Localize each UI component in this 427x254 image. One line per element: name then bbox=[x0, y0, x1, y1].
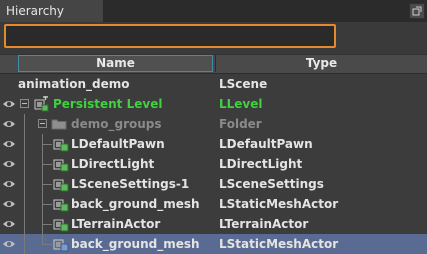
tree-row-type: LTerrainActor bbox=[219, 217, 309, 231]
actor-icon bbox=[53, 199, 69, 212]
actor-icon bbox=[53, 179, 69, 192]
visibility-eye-icon[interactable] bbox=[2, 198, 16, 210]
visibility-eye-icon[interactable] bbox=[2, 118, 16, 130]
tree-branch-line bbox=[42, 164, 52, 165]
tree-row-animation-demo[interactable]: animation_demo LScene bbox=[0, 74, 427, 94]
tree-row-type: LSceneSettings bbox=[219, 177, 324, 191]
collapse-toggle-icon[interactable] bbox=[20, 99, 29, 108]
tree-row-ldefaultpawn[interactable]: LDefaultPawn LDefaultPawn bbox=[0, 134, 427, 154]
tree-row-lterrainactor[interactable]: LTerrainActor LTerrainActor bbox=[0, 214, 427, 234]
tree-row-name: back_ground_mesh bbox=[71, 197, 200, 211]
actor-icon bbox=[53, 219, 69, 232]
tree-branch-line bbox=[42, 244, 52, 245]
tree-row-type: LDefaultPawn bbox=[219, 137, 313, 151]
column-header-name[interactable]: Name bbox=[18, 55, 213, 72]
tree-row-type: LLevel bbox=[219, 97, 263, 111]
tree-row-name: LSceneSettings-1 bbox=[71, 177, 190, 191]
visibility-eye-icon[interactable] bbox=[2, 158, 16, 170]
tree-branch-line bbox=[42, 144, 52, 145]
tree-guide-line bbox=[24, 154, 25, 174]
tree-guide-line bbox=[24, 194, 25, 214]
hierarchy-tab[interactable]: Hierarchy bbox=[0, 0, 104, 22]
tree-branch-line bbox=[42, 224, 52, 225]
tree-guide-line bbox=[24, 134, 25, 154]
level-icon bbox=[34, 96, 49, 112]
tree-row-name: demo_groups bbox=[71, 117, 162, 131]
hierarchy-tab-label: Hierarchy bbox=[6, 4, 65, 18]
panel-titlebar: Hierarchy bbox=[0, 0, 427, 22]
folder-icon bbox=[51, 119, 67, 130]
actor-icon bbox=[53, 239, 69, 252]
hierarchy-panel: Hierarchy Name Type animation_demo LScen… bbox=[0, 0, 427, 254]
tree-guide-line bbox=[24, 174, 25, 194]
actor-icon bbox=[53, 159, 69, 172]
tree-branch-line bbox=[42, 184, 52, 185]
tree-row-name: Persistent Level bbox=[53, 97, 163, 111]
column-header: Name Type bbox=[0, 54, 427, 74]
visibility-eye-icon[interactable] bbox=[2, 98, 16, 110]
visibility-eye-icon[interactable] bbox=[2, 238, 16, 250]
visibility-eye-icon[interactable] bbox=[2, 178, 16, 190]
tree-row-persistent-level[interactable]: Persistent Level LLevel bbox=[0, 94, 427, 114]
tree-row-type: Folder bbox=[219, 117, 262, 131]
tree-row-lscenesettings[interactable]: LSceneSettings-1 LSceneSettings bbox=[0, 174, 427, 194]
tree-row-name: animation_demo bbox=[18, 77, 130, 91]
tree-row-type: LStaticMeshActor bbox=[219, 197, 339, 211]
tree-row-type: LScene bbox=[219, 77, 268, 91]
visibility-eye-icon[interactable] bbox=[2, 138, 16, 150]
column-header-type[interactable]: Type bbox=[215, 55, 427, 72]
tree-guide-line bbox=[24, 234, 25, 254]
undock-icon bbox=[412, 6, 422, 16]
tree-branch-line bbox=[42, 204, 52, 205]
tree-row-name: LDefaultPawn bbox=[71, 137, 165, 151]
tree-row-back-ground-mesh-selected[interactable]: back_ground_mesh LStaticMeshActor bbox=[0, 234, 427, 254]
tree-row-type: LStaticMeshActor bbox=[219, 237, 339, 251]
tree-row-back-ground-mesh[interactable]: back_ground_mesh LStaticMeshActor bbox=[0, 194, 427, 214]
search-input[interactable] bbox=[4, 24, 336, 48]
collapse-toggle-icon[interactable] bbox=[38, 119, 47, 128]
tree-row-name: back_ground_mesh bbox=[71, 237, 200, 251]
tree-row-name: LDirectLight bbox=[71, 157, 155, 171]
search-bar bbox=[0, 22, 427, 54]
undock-button[interactable] bbox=[409, 3, 425, 19]
tree-guide-line bbox=[24, 214, 25, 234]
tree-row-type: LDirectLight bbox=[219, 157, 303, 171]
visibility-eye-icon[interactable] bbox=[2, 218, 16, 230]
tree-row-name: LTerrainActor bbox=[71, 217, 161, 231]
tree-guide-line bbox=[24, 114, 25, 134]
actor-icon bbox=[53, 139, 69, 152]
tree-row-ldirectlight[interactable]: LDirectLight LDirectLight bbox=[0, 154, 427, 174]
tree-row-demo-groups[interactable]: demo_groups Folder bbox=[0, 114, 427, 134]
hierarchy-tree: animation_demo LScene Persistent Level L… bbox=[0, 74, 427, 254]
